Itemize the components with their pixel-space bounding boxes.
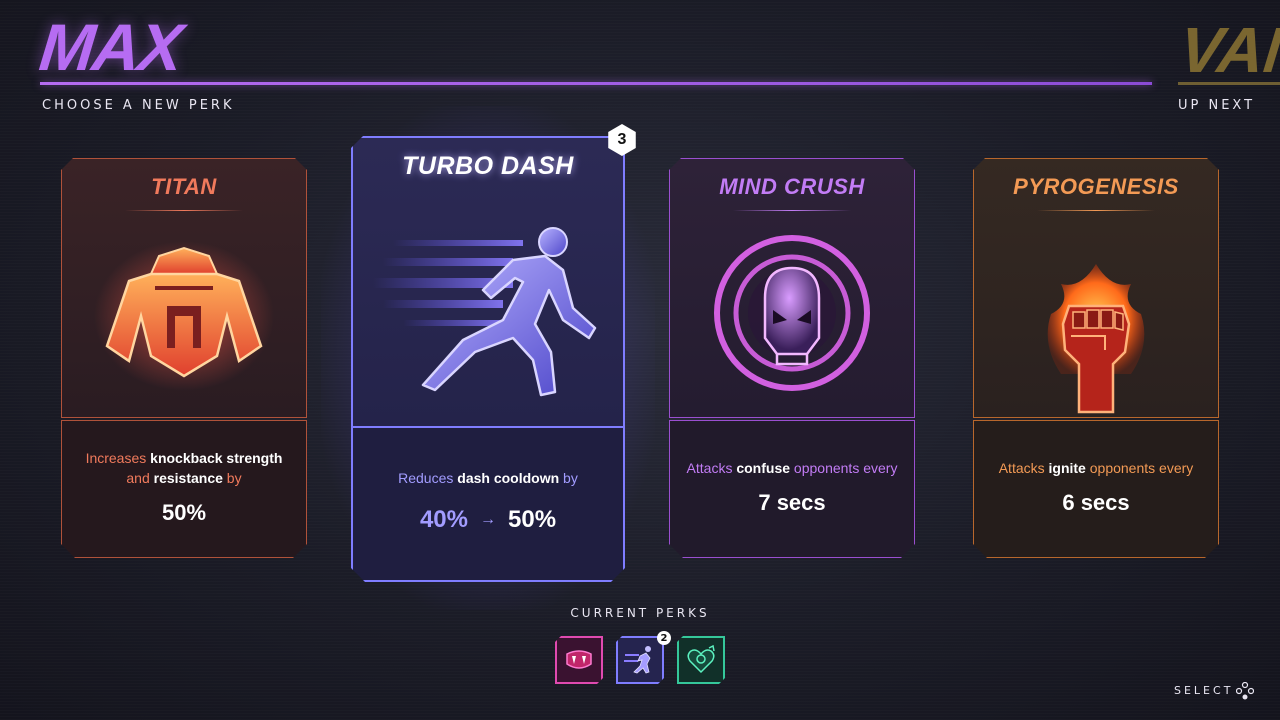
controller-buttons-icon[interactable] xyxy=(1236,682,1254,700)
perk-card-title: MIND CRUSH xyxy=(719,174,865,199)
desc-highlight: confuse xyxy=(736,460,791,476)
perk-value: 50% xyxy=(161,500,207,525)
arrow-right-icon: → xyxy=(480,511,496,528)
next-player-name: VAN xyxy=(1176,18,1280,82)
perk-stack-badge: 2 xyxy=(657,631,671,645)
desc-text: Attacks xyxy=(998,460,1049,476)
mind-head-icon xyxy=(669,228,915,398)
current-perk-slot[interactable] xyxy=(677,636,725,684)
title-divider xyxy=(125,210,243,211)
desc-highlight: resistance xyxy=(153,470,223,486)
current-perk-slot[interactable] xyxy=(616,636,664,684)
perk-card-info-panel xyxy=(669,420,915,558)
current-perks-label: CURRENT PERKS xyxy=(570,606,710,620)
perk-description: Reduces dash cooldown by xyxy=(361,468,615,488)
up-next-label: UP NEXT xyxy=(1178,98,1256,113)
perk-card-title: TURBO DASH xyxy=(402,152,574,180)
select-prompt-label: SELECT xyxy=(1174,684,1234,697)
perk-card-pyrogenesis[interactable]: PYROGENESIS Attacks ignite opponents eve… xyxy=(973,158,1219,558)
title-divider xyxy=(733,210,851,211)
perk-card-turbo-dash[interactable]: TURBO DASH Reduces dash cooldown by 40% … xyxy=(321,106,655,610)
perk-card-titan[interactable]: TITAN Increases knockback strength and r… xyxy=(61,158,307,558)
perk-card-info-panel xyxy=(973,420,1219,558)
titan-armor-icon xyxy=(61,236,307,396)
running-figure-icon xyxy=(351,220,625,400)
desc-highlight: knockback strength xyxy=(150,450,283,466)
perk-card-title: TITAN xyxy=(151,174,217,199)
desc-highlight: dash cooldown xyxy=(457,470,560,486)
desc-text: opponents every xyxy=(790,460,898,476)
heart-gadget-icon xyxy=(683,642,719,678)
flaming-fist-icon xyxy=(973,254,1219,414)
fangs-icon xyxy=(561,642,597,678)
perk-card-title: PYROGENESIS xyxy=(1013,174,1179,199)
desc-text: Reduces xyxy=(398,470,458,486)
desc-text: by xyxy=(559,470,578,486)
perk-card-mind-crush[interactable]: MIND CRUSH Attacks confuse opponents eve… xyxy=(669,158,915,558)
perk-value-upgrade: 40% → 50% xyxy=(351,506,625,534)
perk-value: 6 secs xyxy=(1062,490,1130,515)
running-figure-icon xyxy=(622,642,658,678)
perk-card-info-panel xyxy=(351,426,625,582)
next-player-divider xyxy=(1178,82,1280,85)
desc-text: opponents every xyxy=(1085,460,1194,476)
perk-description: Attacks confuse opponents every xyxy=(679,458,905,478)
title-divider xyxy=(1037,210,1155,211)
perk-value: 7 secs xyxy=(758,490,826,515)
current-perk-slot[interactable] xyxy=(555,636,603,684)
perk-value-next: 50% xyxy=(508,506,557,533)
desc-highlight: ignite xyxy=(1048,460,1086,476)
desc-text: Attacks xyxy=(686,460,737,476)
desc-text: by xyxy=(222,470,242,486)
perk-value-current: 40% xyxy=(419,506,468,533)
perk-card-info-panel xyxy=(61,420,307,558)
perk-description: Attacks ignite opponents every xyxy=(983,458,1209,478)
header-divider xyxy=(40,82,1152,85)
desc-text: and xyxy=(126,470,154,486)
desc-text: Increases xyxy=(85,450,151,466)
player-name: MAX xyxy=(36,10,185,84)
page-subtitle: CHOOSE A NEW PERK xyxy=(42,98,235,113)
perk-description: Increases knockback strength and resista… xyxy=(71,448,297,488)
